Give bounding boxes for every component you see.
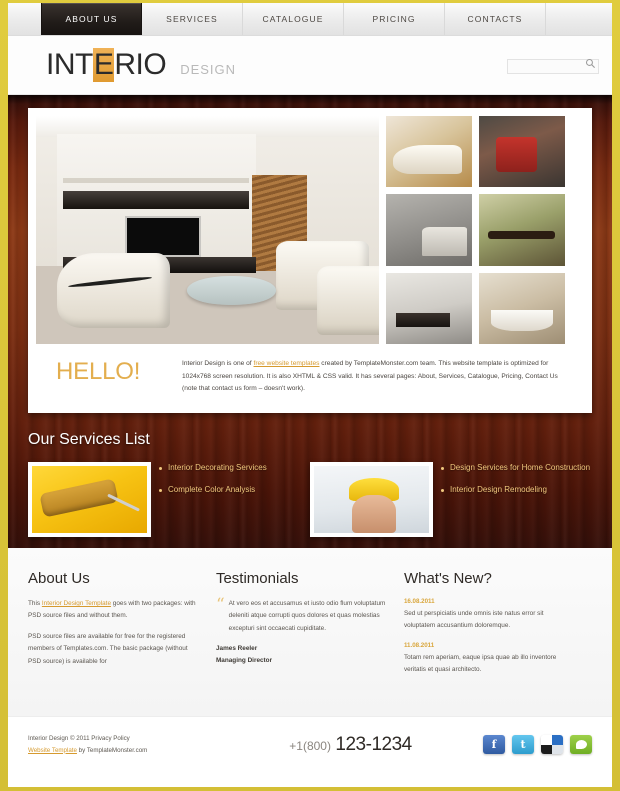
logo-tagline: DESIGN [180,62,237,77]
hero-main-image[interactable] [36,116,379,344]
nav-label: SERVICES [166,14,218,24]
technorati-icon[interactable] [570,735,592,754]
social-links: f t [483,735,592,754]
hero-intro-row: HELLO! Interior Design is one of free we… [36,344,584,405]
services-row: Interior Decorating Services Complete Co… [28,461,592,537]
logo-wordmark: INT E RIO [46,48,167,82]
service-item[interactable]: Design Services for Home Construction [440,462,590,475]
room-sofa-far-right [317,266,379,335]
footer-credits: Interior Design © 2011 Privacy Policy We… [28,733,218,756]
quote-icon: “ [215,595,225,615]
header-bar: INT E RIO DESIGN [8,36,612,95]
nav-label: PRICING [372,14,416,24]
room-lounge-chair [56,252,170,329]
nav-item-about-us[interactable]: ABOUT US [41,3,142,35]
interior-design-template-link[interactable]: Interior Design Template [42,600,111,607]
thumbnail-1[interactable] [386,116,472,188]
room-television [125,216,201,258]
nav-item-contacts[interactable]: CONTACTS [445,3,546,35]
phone-number: 123-1234 [335,733,412,755]
about-paragraph-1: This Interior Design Template goes with … [28,598,198,623]
about-p1-before: This [28,600,42,607]
content-columns: About Us This Interior Design Template g… [8,548,612,716]
service-list-1: Interior Decorating Services Complete Co… [151,462,267,506]
service-group-2: Design Services for Home Construction In… [310,461,592,537]
column-whats-new: What's New? 16.08.2011 Sed ut perspiciat… [404,570,592,706]
thumbnail-3[interactable] [386,194,472,266]
nav-label: CATALOGUE [262,14,324,24]
hero-card: HELLO! Interior Design is one of free we… [28,108,592,413]
main-navigation: ABOUT US SERVICES CATALOGUE PRICING CONT… [8,3,612,36]
free-templates-link[interactable]: free website templates [253,360,319,367]
thumbnail-2[interactable] [479,116,565,188]
service-item[interactable]: Interior Decorating Services [159,462,267,475]
thumbnail-grid [386,116,565,344]
about-us-title: About Us [28,570,90,587]
nav-item-catalogue[interactable]: CATALOGUE [243,3,344,35]
search-box [507,56,599,74]
room-black-cabinet [63,191,249,210]
page-content: ABOUT US SERVICES CATALOGUE PRICING CONT… [8,3,612,787]
phone-prefix: +1(800) [289,738,331,753]
news-item: 16.08.2011 Sed ut perspiciatis unde omni… [404,598,574,633]
room-glass-table [186,275,277,306]
logo-part-2: RIO [114,48,167,81]
nav-item-pricing[interactable]: PRICING [344,3,445,35]
twitter-glyph: t [520,738,526,751]
testimonial-text: At vero eos et accusamus et iusto odio f… [228,600,386,632]
logo-part-1: INT [46,48,93,81]
column-testimonials: Testimonials “ At vero eos et accusamus … [216,570,404,706]
nav-label: CONTACTS [467,14,523,24]
twitter-icon[interactable]: t [512,735,534,754]
page-frame: ABOUT US SERVICES CATALOGUE PRICING CONT… [0,0,620,791]
news-date: 11.08.2011 [403,641,435,649]
logo-highlight-letter: E [92,48,115,82]
news-text: Totam rem aperiam, eaque ipsa quae ab il… [403,653,557,674]
page-footer: Interior Design © 2011 Privacy Policy We… [8,716,612,772]
service-image-paint-roller[interactable] [28,461,151,537]
hello-heading: HELLO! [56,358,141,385]
site-logo[interactable]: INT E RIO DESIGN [46,48,236,82]
thumbnail-4[interactable] [479,194,565,266]
testimonial-quote-row: “ At vero eos et accusamus et iusto odio… [215,595,386,643]
intro-text-before: Interior Design is one of [182,360,254,367]
service-item[interactable]: Complete Color Analysis [159,484,267,497]
nav-item-services[interactable]: SERVICES [142,3,243,35]
news-date: 16.08.2011 [403,598,435,605]
hero-wood-section: HELLO! Interior Design is one of free we… [8,95,612,548]
news-item: 11.08.2011 Totam rem aperiam, eaque ipsa… [404,642,574,677]
testimonial-author-role: Managing Director [215,656,273,664]
footer-copyright: Interior Design © 2011 Privacy Policy [28,735,130,743]
service-image-worker[interactable] [310,461,433,537]
services-title: Our Services List [28,430,150,448]
testimonials-title: Testimonials [215,570,299,587]
service-list-2: Design Services for Home Construction In… [433,462,590,506]
search-icon[interactable] [585,58,596,69]
nav-label: ABOUT US [65,14,118,24]
footer-phone: +1(800) 123-1234 [218,734,483,756]
service-item[interactable]: Interior Design Remodeling [440,484,590,497]
room-shelf [63,177,249,184]
hero-intro-text: Interior Design is one of free website t… [182,358,578,396]
thumbnail-6[interactable] [479,272,565,344]
hero-gallery [36,116,584,344]
service-group-1: Interior Decorating Services Complete Co… [28,461,310,537]
website-template-link[interactable]: Website Template [28,747,77,754]
about-paragraph-2: PSD source files are available for free … [28,632,188,665]
facebook-glyph: f [491,738,497,751]
testimonial-author-name: James Reeler [215,645,258,653]
whats-new-title: What's New? [403,570,492,587]
facebook-icon[interactable]: f [483,735,505,754]
thumbnail-5[interactable] [386,272,472,344]
footer-template-by: by TemplateMonster.com [76,746,148,754]
column-about-us: About Us This Interior Design Template g… [28,570,216,706]
footer-template-line: Website Template by TemplateMonster.com [28,745,218,756]
news-text: Sed ut perspiciatis unde omnis iste natu… [403,610,544,630]
delicious-icon[interactable] [541,735,563,754]
services-section: Our Services List Interior Decorating Se… [8,413,612,537]
